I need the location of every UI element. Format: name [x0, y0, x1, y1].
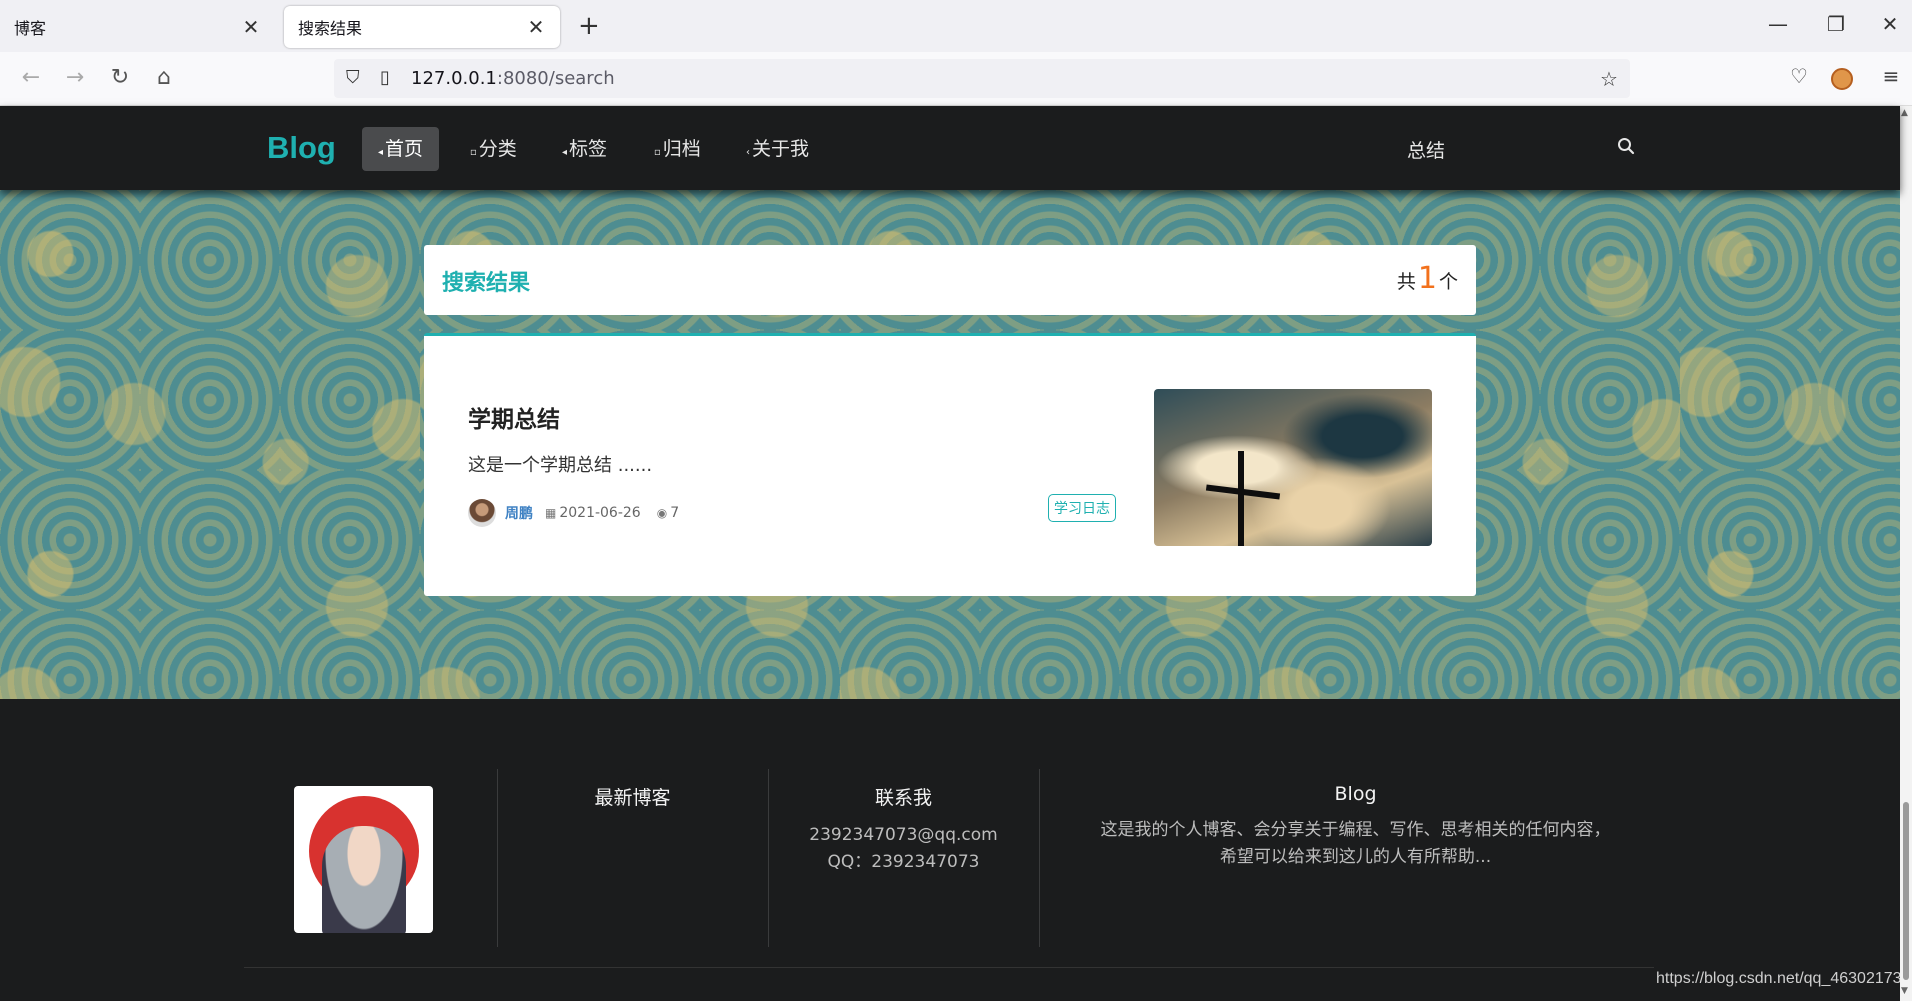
new-tab-button[interactable]: + [578, 11, 600, 41]
tab-title: 博客 [14, 19, 47, 38]
count-number: 1 [1417, 261, 1437, 296]
eye-icon: ◉ [656, 506, 668, 520]
forward-icon[interactable]: → [60, 64, 90, 92]
browser-tab-blog[interactable]: 博客 ✕ [0, 6, 275, 48]
post-views: 7 [670, 505, 680, 521]
archive-icon: ▫ [654, 147, 661, 158]
minimize-button[interactable]: — [1758, 12, 1798, 36]
user-icon: ‹ [746, 147, 750, 158]
menu-item-category[interactable]: ▫ 分类 [454, 127, 533, 171]
menu-item-tags[interactable]: ◂ 标签 [546, 127, 623, 171]
tab-close-icon[interactable]: ✕ [241, 15, 261, 39]
browser-tab-search[interactable]: 搜索结果 ✕ [284, 6, 560, 48]
post-author[interactable]: 周鹏 [505, 503, 533, 523]
cross-shape [1238, 451, 1244, 546]
footer-about: Blog 这是我的个人博客、会分享关于编程、写作、思考相关的任何内容， 希望可以… [1039, 769, 1672, 947]
tab-close-icon[interactable]: ✕ [526, 15, 546, 39]
post-tag[interactable]: 学习日志 [1048, 494, 1116, 522]
csdn-watermark: https://blog.csdn.net/qq_46302173 [1656, 970, 1902, 987]
browser-tab-bar: 博客 ✕ 搜索结果 ✕ + — ❐ ✕ [0, 0, 1912, 52]
footer-blog-desc-line1: 这是我的个人博客、会分享关于编程、写作、思考相关的任何内容， [1100, 820, 1611, 840]
scroll-up-icon[interactable]: ▲ [1901, 108, 1908, 118]
category-icon: ▫ [470, 147, 477, 158]
menu-icon[interactable]: ≡ [1876, 64, 1906, 88]
header-search-text[interactable]: 总结 [1407, 136, 1445, 163]
count-prefix: 共 [1396, 271, 1416, 293]
avatar-figure [322, 826, 406, 933]
site-logo[interactable]: Blog [267, 130, 336, 166]
url-path: :8080/search [496, 68, 615, 89]
footer-blog-desc-line2: 希望可以给来到这儿的人有所帮助... [1219, 847, 1492, 867]
page-icon: ▯ [380, 67, 390, 88]
url-text[interactable]: 127.0.0.1:8080/search [411, 68, 615, 89]
menu-item-archive[interactable]: ▫ 归档 [638, 127, 717, 171]
home-icon: ◂ [378, 147, 384, 158]
search-result-header: 搜索结果 共1 个 [424, 245, 1476, 315]
calendar-icon: ▦ [545, 506, 557, 520]
page-scrollbar[interactable]: ▲ ▼ [1900, 106, 1912, 1001]
back-icon[interactable]: ← [16, 64, 46, 92]
site-footer: 最新博客 联系我 2392347073@qq.com QQ：2392347073… [0, 699, 1900, 1001]
menu-item-home[interactable]: ◂ 首页 [362, 127, 440, 171]
menu-label: 标签 [569, 138, 608, 160]
scroll-down-icon[interactable]: ▼ [1901, 986, 1908, 996]
search-icon[interactable] [1617, 137, 1635, 155]
menu-item-about[interactable]: ‹ 关于我 [730, 127, 825, 171]
footer-latest-heading: 最新博客 [594, 787, 671, 809]
post-excerpt: 这是一个学期总结 ...... [468, 455, 653, 476]
post-title[interactable]: 学期总结 [468, 400, 560, 434]
search-result-title: 搜索结果 [442, 271, 531, 296]
footer-avatar-image [294, 786, 433, 933]
window-close-button[interactable]: ✕ [1870, 12, 1910, 36]
scroll-thumb[interactable] [1903, 802, 1909, 980]
footer-latest-blogs: 最新博客 [497, 769, 768, 947]
browser-nav-bar: ← → ↻ ⌂ ⛉ ▯ 127.0.0.1:8080/search ☆ ♡ ≡ [0, 52, 1912, 106]
tag-icon: ◂ [562, 147, 568, 158]
post-cover-image[interactable] [1154, 389, 1432, 546]
menu-label: 首页 [385, 138, 424, 160]
footer-email[interactable]: 2392347073@qq.com [768, 822, 1039, 849]
post-date: 2021-06-26 [559, 505, 641, 521]
footer-qq: QQ：2392347073 [827, 852, 980, 872]
site-header: Blog ◂ 首页 ▫ 分类 ◂ 标签 ▫ 归档 ‹ 关于我 总结 [0, 106, 1900, 190]
menu-label: 分类 [478, 138, 517, 160]
menu-label: 归档 [662, 138, 701, 160]
footer-blog-heading: Blog [1334, 783, 1377, 805]
home-icon[interactable]: ⌂ [149, 64, 179, 92]
shield-icon[interactable]: ⛉ [346, 67, 360, 88]
url-bar[interactable]: ⛉ ▯ 127.0.0.1:8080/search ☆ [334, 59, 1630, 98]
restore-button[interactable]: ❐ [1816, 12, 1856, 36]
profile-avatar-icon[interactable] [1831, 68, 1861, 90]
footer-contact: 联系我 2392347073@qq.com QQ：2392347073 [768, 769, 1039, 947]
menu-label: 关于我 [752, 138, 810, 160]
count-suffix: 个 [1438, 271, 1458, 293]
post-meta: 周鹏 ▦ 2021-06-26 ◉ 7 [468, 498, 679, 528]
footer-contact-heading: 联系我 [874, 787, 932, 809]
author-avatar [468, 499, 496, 527]
search-result-count: 共1 个 [1397, 261, 1458, 296]
footer-separator [244, 967, 1654, 968]
url-host: 127.0.0.1 [411, 68, 497, 89]
pocket-icon[interactable]: ♡ [1784, 64, 1814, 88]
reload-icon[interactable]: ↻ [105, 64, 135, 92]
bookmark-star-icon[interactable]: ☆ [1600, 67, 1618, 91]
search-result-list: 学期总结 这是一个学期总结 ...... 周鹏 ▦ 2021-06-26 ◉ 7… [424, 333, 1476, 596]
tab-title: 搜索结果 [298, 19, 363, 38]
